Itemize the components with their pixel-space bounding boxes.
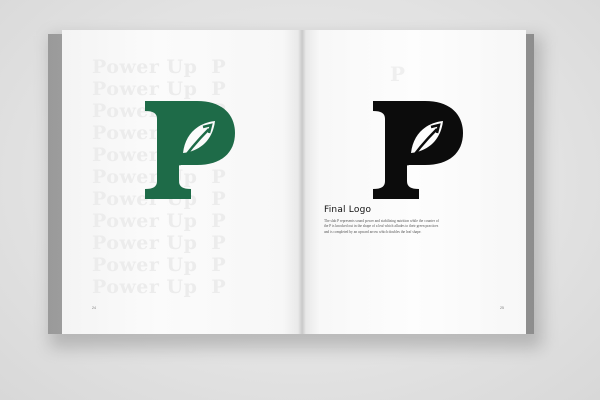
- ghost-wordmark-text: Power Up: [92, 210, 198, 232]
- ghost-wordmark-row: Power Up P: [92, 56, 292, 78]
- photo-scene: Power UpPPower UpPPower UpPPower UpPPowe…: [0, 0, 600, 400]
- final-logo-description: The slab P represents sound power and st…: [324, 219, 439, 234]
- ghost-wordmark-letter: P: [211, 276, 227, 298]
- ghost-wordmark-letter: P: [211, 254, 227, 276]
- ghost-wordmark-letter: P: [211, 232, 227, 254]
- page-number-left: 24: [92, 306, 96, 310]
- leaf-p-logo-black-icon: [373, 101, 463, 199]
- book-gutter: [298, 30, 306, 334]
- final-logo-heading: Final Logo: [324, 205, 372, 215]
- ghost-wordmark-row: Power Up P: [92, 254, 292, 276]
- ghost-wordmark-row: Power Up P: [92, 276, 292, 298]
- page-number-right: 25: [500, 306, 504, 310]
- leaf-p-logo-icon: [145, 101, 235, 199]
- ghost-wordmark-text: Power Up: [92, 254, 198, 276]
- ghost-wordmark-letter: P: [211, 56, 227, 78]
- ghost-wordmark-row: Power Up P: [92, 232, 292, 254]
- ghost-wordmark-text: Power Up: [92, 56, 198, 78]
- ghost-wordmark-text: Power Up: [92, 232, 198, 254]
- ghost-wordmark-row: Power Up P: [92, 210, 292, 232]
- ghost-wordmark-letter: P: [211, 210, 227, 232]
- ghost-wordmark-text: Power Up: [92, 276, 198, 298]
- ghost-letter-right: P: [390, 62, 406, 86]
